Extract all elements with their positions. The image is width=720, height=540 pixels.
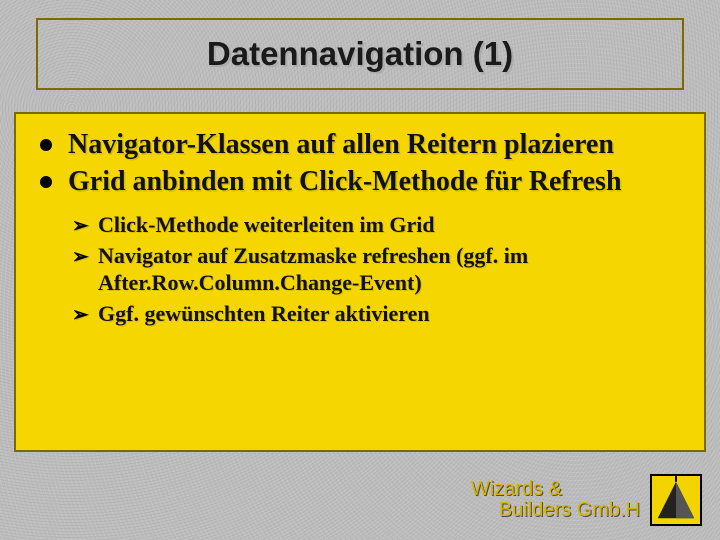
- bullet-list: Navigator-Klassen auf allen Reitern plaz…: [38, 128, 682, 198]
- sub-bullet-list: ➢ Click-Methode weiterleiten im Grid ➢ N…: [38, 212, 682, 327]
- sub-bullet-text: Navigator auf Zusatzmaske refreshen (ggf…: [98, 243, 528, 295]
- footer: Wizards & Builders Gmb.H: [471, 474, 702, 526]
- chevron-icon: ➢: [72, 303, 89, 327]
- bullet-text: Grid anbinden mit Click-Methode für Refr…: [68, 166, 622, 197]
- disc-icon: [40, 176, 52, 188]
- bullet-text: Navigator-Klassen auf allen Reitern plaz…: [68, 129, 614, 160]
- footer-line2: Builders Gmb.H: [471, 500, 640, 521]
- sub-bullet-text: Ggf. gewünschten Reiter aktivieren: [98, 301, 430, 326]
- footer-line1: Wizards &: [471, 478, 562, 500]
- sub-bullet-item: ➢ Click-Methode weiterleiten im Grid: [72, 212, 682, 239]
- chevron-icon: ➢: [72, 214, 89, 238]
- content-box: Navigator-Klassen auf allen Reitern plaz…: [14, 112, 706, 452]
- bullet-item: Navigator-Klassen auf allen Reitern plaz…: [38, 128, 682, 161]
- chevron-icon: ➢: [72, 245, 89, 269]
- footer-text: Wizards & Builders Gmb.H: [471, 479, 640, 521]
- disc-icon: [40, 139, 52, 151]
- sub-bullet-text: Click-Methode weiterleiten im Grid: [98, 212, 435, 237]
- sub-bullet-item: ➢ Ggf. gewünschten Reiter aktivieren: [72, 301, 682, 328]
- bullet-item: Grid anbinden mit Click-Methode für Refr…: [38, 165, 682, 198]
- slide-title: Datennavigation (1): [207, 35, 513, 73]
- pyramid-icon: [652, 476, 700, 524]
- company-logo: [650, 474, 702, 526]
- sub-bullet-item: ➢ Navigator auf Zusatzmaske refreshen (g…: [72, 243, 682, 297]
- title-box: Datennavigation (1): [36, 18, 684, 90]
